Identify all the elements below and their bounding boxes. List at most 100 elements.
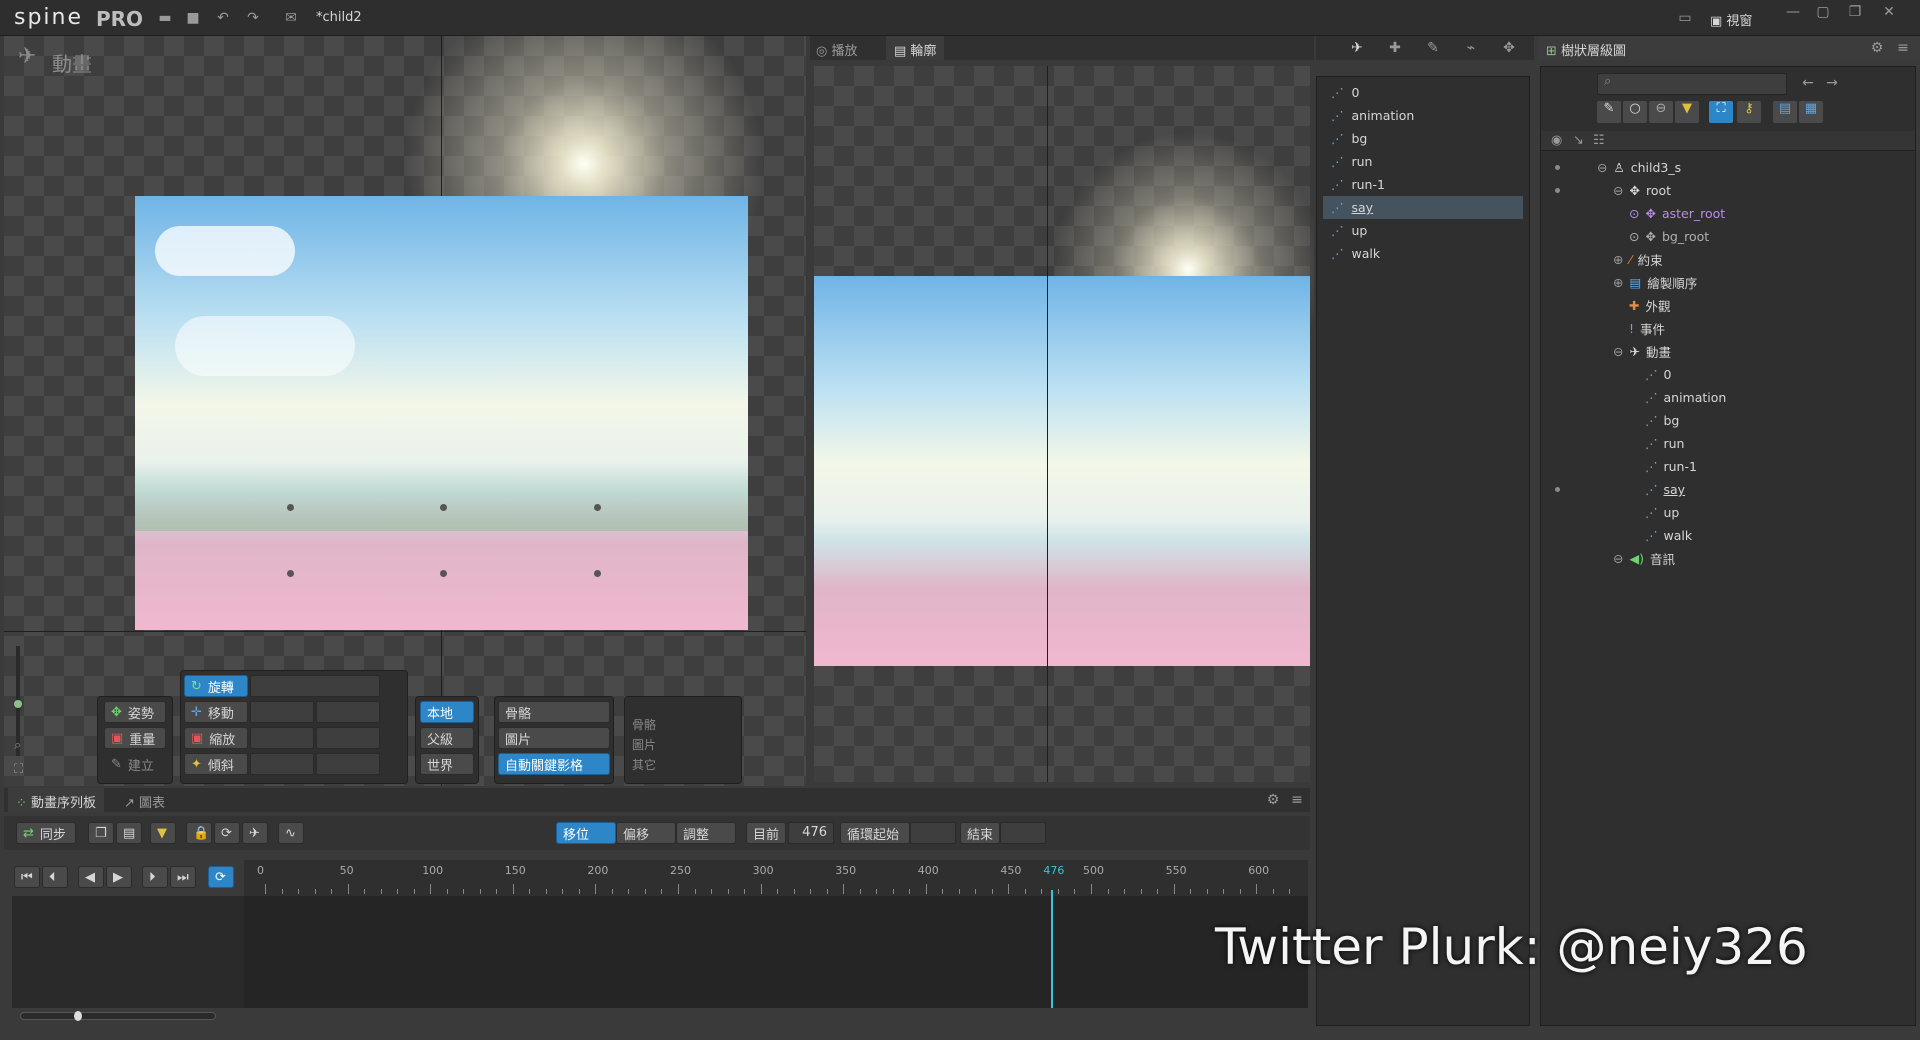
tree-row-audio[interactable]: ⊖ ◀) 音訊: [1613, 547, 1675, 570]
tree-row-anim-run[interactable]: ⋰ run: [1645, 432, 1684, 455]
expand-toggle-icon[interactable]: ⊙: [1629, 206, 1639, 221]
auto-key-button[interactable]: 自動關鍵影格: [498, 753, 610, 775]
filter-button[interactable]: ▼: [150, 822, 176, 844]
tree-row-anim-walk[interactable]: ⋰ walk: [1645, 524, 1692, 547]
translate-button[interactable]: ✛ 移動: [184, 701, 248, 723]
preview-background[interactable]: [814, 276, 1310, 666]
collapse-icon[interactable]: ▤: [1773, 101, 1797, 123]
prev-key-button[interactable]: ⏴: [42, 866, 68, 888]
images-key-button[interactable]: 圖片: [498, 727, 610, 749]
bone-point[interactable]: [287, 504, 294, 511]
expand-toggle-icon[interactable]: ⊖: [1613, 344, 1623, 359]
tree-row-anim-say[interactable]: ⋰ say: [1645, 478, 1685, 501]
expand-toggle-icon[interactable]: ⊖: [1613, 183, 1623, 198]
filter-key-icon[interactable]: ⚷: [1737, 101, 1761, 123]
tree-row-aster-root[interactable]: ⊙ ✥ aster_root: [1629, 202, 1725, 225]
open-folder-icon[interactable]: ▬: [156, 10, 174, 26]
loop-start-input[interactable]: [910, 822, 956, 844]
restore-icon[interactable]: ❐: [1846, 4, 1864, 20]
filter-attachments-icon[interactable]: ⊖: [1649, 101, 1673, 123]
path-tool-icon[interactable]: ⌁: [1462, 40, 1480, 56]
rotate-button[interactable]: ↻ 旋轉: [184, 675, 248, 697]
expand-toggle-icon[interactable]: ⊖: [1613, 551, 1623, 566]
tree-search-input[interactable]: ⌕: [1597, 73, 1787, 95]
expand-toggle-icon[interactable]: ⊙: [1629, 229, 1639, 244]
tab-outline[interactable]: ▤ 輪廓: [886, 36, 945, 60]
attach-tool-icon[interactable]: ✎: [1424, 40, 1442, 56]
tree-row-anim-bg[interactable]: ⋰ bg: [1645, 409, 1679, 432]
filter-funnel-icon[interactable]: ▼: [1675, 101, 1699, 123]
expand-icon[interactable]: ▦: [1799, 101, 1823, 123]
timeline-settings-icon[interactable]: ⚙: [1264, 792, 1282, 808]
anim-item-walk[interactable]: ⋰ walk: [1317, 242, 1529, 265]
settings-icon[interactable]: ⚙: [1868, 40, 1886, 56]
translate-y[interactable]: [316, 701, 380, 723]
scale-x[interactable]: [250, 727, 314, 749]
first-frame-button[interactable]: ⏮: [14, 866, 40, 888]
anim-item-bg[interactable]: ⋰ bg: [1317, 127, 1529, 150]
tree-row-anim-up[interactable]: ⋰ up: [1645, 501, 1679, 524]
bone-point[interactable]: [594, 504, 601, 511]
zoom-handle[interactable]: [14, 700, 22, 708]
anim-item-up[interactable]: ⋰ up: [1317, 219, 1529, 242]
anim-item-say[interactable]: ⋰ say: [1323, 196, 1523, 219]
end-input[interactable]: [1000, 822, 1046, 844]
tree-row-constraints[interactable]: ⊕ ⁄ 約束: [1613, 248, 1663, 271]
shear-button[interactable]: ✦ 傾斜: [184, 753, 248, 775]
tree-row-root[interactable]: ⊖ ✥ root: [1613, 179, 1671, 202]
translate-x[interactable]: [250, 701, 314, 723]
tree-row-animations[interactable]: ⊖ ✈ 動畫: [1613, 340, 1671, 363]
back-icon[interactable]: ←: [1799, 75, 1817, 91]
filter-slots-icon[interactable]: ○: [1623, 101, 1647, 123]
visibility-dot[interactable]: [1555, 188, 1560, 193]
parent-button[interactable]: 父級: [420, 727, 474, 749]
shear-x[interactable]: [250, 753, 314, 775]
bones-key-button[interactable]: 骨骼: [498, 701, 610, 723]
move-keys-button[interactable]: 移位: [556, 822, 616, 844]
visibility-dot[interactable]: [1555, 165, 1560, 170]
offset-button[interactable]: 偏移: [616, 822, 676, 844]
scale-y[interactable]: [316, 727, 380, 749]
bone-tool-icon[interactable]: ✥: [1500, 40, 1518, 56]
window-menu[interactable]: ▣ 視窗: [1710, 10, 1752, 29]
timeline-hscroll-handle[interactable]: [74, 1011, 82, 1021]
timeline-menu-icon[interactable]: ≡: [1288, 792, 1306, 808]
restore-layout-icon[interactable]: ▭: [1676, 10, 1694, 26]
expand-toggle-icon[interactable]: ⊕: [1613, 275, 1623, 290]
anim-item-animation[interactable]: ⋰ animation: [1317, 104, 1529, 127]
fit-icon[interactable]: ⛶: [14, 762, 23, 777]
timeline-ruler[interactable]: 0 50 100 150 200 250 300 350 400 450 476 500 550 600: [244, 860, 1308, 896]
tree-row-anim-0[interactable]: ⋰ 0: [1645, 363, 1671, 386]
play-button[interactable]: ▶: [106, 866, 132, 888]
tree-row-anim-animation[interactable]: ⋰ animation: [1645, 386, 1726, 409]
tree-row-events[interactable]: ! 事件: [1629, 317, 1665, 340]
animate-tool-icon[interactable]: ✈: [1348, 40, 1366, 56]
timeline-hscroll[interactable]: [20, 1012, 216, 1020]
tab-play[interactable]: ◎ 播放: [816, 40, 858, 59]
main-viewport[interactable]: ✈ 動畫 ⌕ ⛶ ✥ 姿勢 ▣ 重量 ✎ 建立 ↻ 旋轉 ✛ 移動 ▣ 縮放 ✦ 傾斜 本地 …: [4, 36, 806, 786]
preview-viewport[interactable]: [814, 66, 1314, 782]
anim-item-run-1[interactable]: ⋰ run-1: [1317, 173, 1529, 196]
forward-icon[interactable]: →: [1823, 75, 1841, 91]
local-button[interactable]: 本地: [420, 701, 474, 723]
bone-point[interactable]: [594, 570, 601, 577]
anim-item-run[interactable]: ⋰ run: [1317, 150, 1529, 173]
lock-button[interactable]: 🔒: [186, 822, 212, 844]
tree-row-skins[interactable]: ✚ 外觀: [1629, 294, 1671, 317]
bone-point[interactable]: [440, 504, 447, 511]
current-frame-input[interactable]: 476: [788, 822, 834, 844]
loop-button[interactable]: ⟳: [208, 866, 234, 888]
skin-tool-icon[interactable]: ✚: [1386, 40, 1404, 56]
panel-menu-icon[interactable]: ≡: [1894, 40, 1912, 56]
play-backward-button[interactable]: ◀: [78, 866, 104, 888]
rotate-value[interactable]: [250, 675, 380, 697]
bone-point[interactable]: [287, 570, 294, 577]
maximize-icon[interactable]: ▢: [1814, 4, 1832, 20]
redo-icon[interactable]: ↷: [244, 10, 262, 26]
export-icon[interactable]: ✉: [282, 10, 300, 26]
tab-dopesheet[interactable]: ⁘ 動畫序列板: [8, 788, 105, 812]
background-image[interactable]: [135, 196, 748, 630]
copy-keys-button[interactable]: ❐: [88, 822, 114, 844]
bone-point[interactable]: [440, 570, 447, 577]
zoom-icon[interactable]: ⌕: [14, 738, 21, 753]
